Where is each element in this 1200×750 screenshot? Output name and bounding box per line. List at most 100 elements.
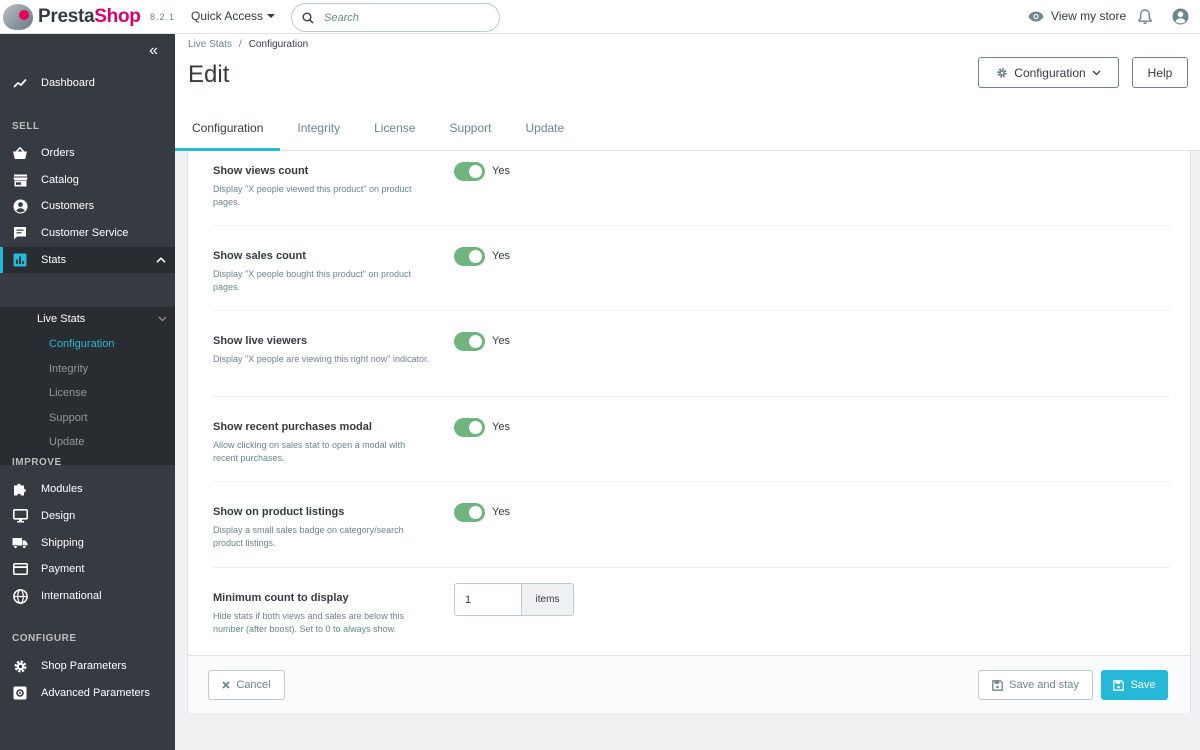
toggle-knob <box>469 506 482 519</box>
bar-chart-icon <box>12 252 28 268</box>
search-box[interactable] <box>291 3 500 32</box>
view-my-store-label: View my store <box>1051 9 1127 23</box>
search-input[interactable] <box>324 11 474 24</box>
tab-license[interactable]: License <box>357 104 432 151</box>
sidebar-item-label: Payment <box>41 563 85 575</box>
sidebar-item-label: Customer Service <box>41 227 129 239</box>
save-and-stay-button[interactable]: Save and stay <box>978 670 1093 700</box>
configuration-dropdown-button[interactable]: Configuration <box>978 57 1119 88</box>
view-my-store-link[interactable]: View my store <box>1028 9 1126 23</box>
field-label: Show recent purchases modal <box>213 421 372 433</box>
cancel-button[interactable]: Cancel <box>208 670 285 700</box>
submenu-live-stats-label: Live Stats <box>37 313 86 325</box>
settings-applications-icon <box>12 685 28 701</box>
breadcrumb-item-live-stats[interactable]: Live Stats <box>188 39 232 50</box>
toggle-knob <box>469 335 482 348</box>
notifications-bell-icon[interactable] <box>1138 9 1152 30</box>
sidebar-item-label: Orders <box>41 147 75 159</box>
desktop-icon <box>12 508 28 524</box>
sidebar-item-payment[interactable]: Payment <box>0 556 175 582</box>
stats-submenu: Live Stats Configuration Integrity Licen… <box>0 307 175 465</box>
caret-down-icon <box>267 14 276 18</box>
puzzle-icon <box>12 481 28 497</box>
form-footer: Cancel Save and stay Save <box>188 655 1190 713</box>
sidebar-item-shipping[interactable]: Shipping <box>0 530 175 556</box>
sidebar-item-design[interactable]: Design <box>0 503 175 529</box>
sidebar-item-label: Catalog <box>41 174 79 186</box>
sidebar-item-catalog[interactable]: Catalog <box>0 167 175 193</box>
sidebar-item-stats[interactable]: Stats <box>0 247 175 273</box>
sidebar-item-shop-parameters[interactable]: Shop Parameters <box>0 653 175 679</box>
submenu-item-integrity[interactable]: Integrity <box>49 363 88 375</box>
submenu-item-configuration[interactable]: Configuration <box>49 338 114 350</box>
sidebar-item-label: International <box>41 590 102 602</box>
sidebar-item-label: Shop Parameters <box>41 660 127 672</box>
recent-purchases-toggle[interactable] <box>454 418 485 437</box>
sidebar-item-modules[interactable]: Modules <box>0 476 175 502</box>
basket-icon <box>12 145 28 161</box>
toggle-value-label: Yes <box>492 421 510 433</box>
save-button[interactable]: Save <box>1101 670 1168 700</box>
section-sell: SELL <box>12 121 40 132</box>
sidebar-item-orders[interactable]: Orders <box>0 140 175 166</box>
tab-support[interactable]: Support <box>432 104 508 151</box>
quick-access-dropdown[interactable]: Quick Access <box>191 9 276 23</box>
collapse-sidebar-icon[interactable]: « <box>149 43 158 59</box>
page-title: Edit <box>188 61 230 88</box>
gear-icon <box>12 658 28 674</box>
close-icon <box>222 681 231 689</box>
tab-configuration[interactable]: Configuration <box>175 104 281 151</box>
trending-up-icon <box>12 75 28 91</box>
page-header: Live Stats / Configuration Edit Configurat… <box>175 34 1200 151</box>
form-row-product-listings: Show on product listings Display a small… <box>212 482 1170 568</box>
logo-text: PrestaShop <box>38 6 141 28</box>
chat-icon <box>12 225 28 241</box>
toggle-value-label: Yes <box>492 335 510 347</box>
submenu-item-support[interactable]: Support <box>49 412 88 424</box>
chevron-down-icon <box>158 313 167 325</box>
field-label: Show live viewers <box>213 335 308 347</box>
account-avatar-icon[interactable] <box>1172 8 1189 30</box>
tab-update[interactable]: Update <box>508 104 581 151</box>
sidebar-item-label: Stats <box>41 254 67 266</box>
field-help: Hide stats if both views and sales are b… <box>213 611 405 634</box>
cancel-button-label: Cancel <box>236 679 271 691</box>
toggle-knob <box>469 421 482 434</box>
field-label: Show on product listings <box>213 506 345 518</box>
field-help: Display "X people are viewing this right… <box>213 354 429 364</box>
save-and-stay-label: Save and stay <box>1009 679 1079 691</box>
breadcrumb: Live Stats / Configuration <box>188 39 308 50</box>
sidebar-item-label: Advanced Parameters <box>41 687 150 699</box>
tab-integrity[interactable]: Integrity <box>280 104 357 151</box>
minimum-count-input[interactable] <box>454 583 521 616</box>
globe-icon <box>12 588 28 604</box>
sales-count-toggle[interactable] <box>454 247 485 266</box>
configuration-form: Show views count Display "X people viewe… <box>187 151 1191 713</box>
logo[interactable]: PrestaShop <box>0 0 141 34</box>
search-icon <box>302 12 314 24</box>
sidebar-item-dashboard[interactable]: Dashboard <box>0 70 175 96</box>
sidebar-item-international[interactable]: International <box>0 583 175 609</box>
configuration-button-label: Configuration <box>1014 65 1086 80</box>
sidebar-item-advanced-parameters[interactable]: Advanced Parameters <box>0 680 175 706</box>
sidebar-item-customer-service[interactable]: Customer Service <box>0 220 175 246</box>
form-row-minimum-count: Minimum count to display Hide stats if b… <box>212 568 1170 655</box>
sidebar-item-customers[interactable]: Customers <box>0 193 175 219</box>
views-count-toggle[interactable] <box>454 162 485 181</box>
save-icon <box>992 679 1003 691</box>
help-button[interactable]: Help <box>1132 57 1188 88</box>
submenu-item-update[interactable]: Update <box>49 436 84 448</box>
truck-icon <box>12 535 28 551</box>
live-viewers-toggle[interactable] <box>454 332 485 351</box>
submenu-item-license[interactable]: License <box>49 387 87 399</box>
form-row-recent-purchases: Show recent purchases modal Allow clicki… <box>212 397 1170 482</box>
field-label: Minimum count to display <box>213 592 349 604</box>
product-listings-toggle[interactable] <box>454 503 485 522</box>
sidebar-item-label: Customers <box>41 200 95 212</box>
prestashop-logo-icon <box>0 0 38 34</box>
field-help: Display "X people bought this product" o… <box>213 269 412 292</box>
eye-icon <box>1028 11 1044 21</box>
submenu-live-stats[interactable]: Live Stats <box>37 313 167 325</box>
minimum-count-group: items <box>454 583 574 616</box>
breadcrumb-separator: / <box>238 39 242 50</box>
